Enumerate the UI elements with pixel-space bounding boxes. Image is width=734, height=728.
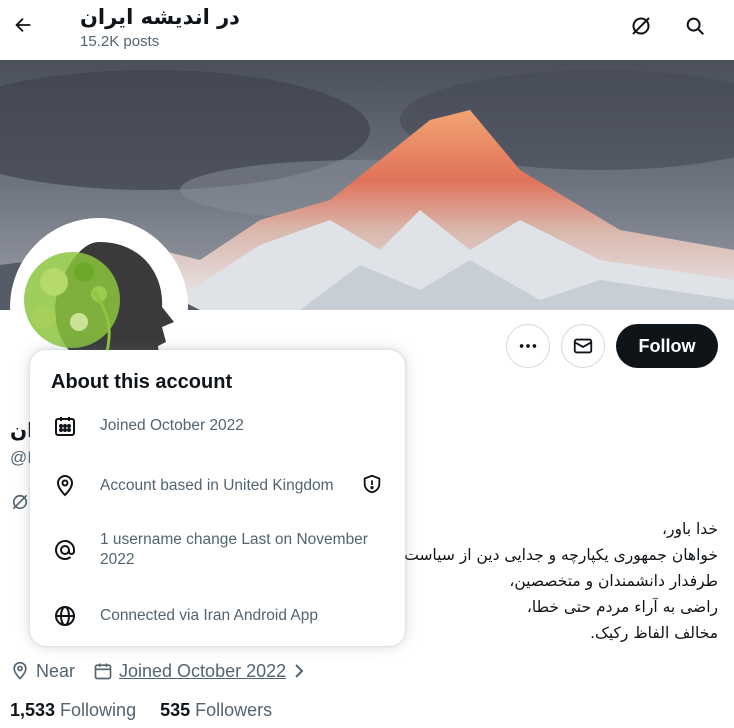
joined-item[interactable]: Joined October 2022 <box>93 661 306 682</box>
followers-count: 535 <box>160 700 191 720</box>
location-pin-icon <box>13 661 27 680</box>
following-count: 1,533 <box>10 700 56 720</box>
arrow-left-icon <box>15 17 31 33</box>
search-button[interactable] <box>678 9 712 43</box>
more-icon <box>519 344 537 348</box>
globe-icon <box>52 603 78 629</box>
popup-row-joined: Joined October 2022 <box>30 412 405 440</box>
location-text: Near <box>36 660 76 681</box>
popup-row-text: Joined October 2022 <box>100 417 244 434</box>
envelope-icon <box>573 338 593 354</box>
grok-button[interactable] <box>624 9 658 43</box>
search-icon <box>686 17 704 35</box>
popup-row-text: Account based in United Kingdom <box>100 477 334 494</box>
calendar-icon <box>52 413 78 439</box>
following-link[interactable]: 1,533 Following <box>10 700 136 721</box>
username-handle: @I <box>10 448 32 467</box>
joined-date-link[interactable]: Joined October 2022 <box>119 661 286 682</box>
following-label: Following <box>60 700 137 720</box>
location-pin-icon <box>52 473 78 499</box>
popup-title: About this account <box>51 371 233 393</box>
grok-icon <box>10 492 30 517</box>
follow-counts: 1,533 Following 535 Followers <box>10 700 272 721</box>
profile-meta: Near Joined October 2022 <box>10 658 306 684</box>
popup-row-location: Account based in United Kingdom <box>30 472 405 500</box>
followers-link[interactable]: 535 Followers <box>160 700 272 721</box>
grok-icon <box>632 17 650 35</box>
calendar-icon <box>94 663 112 680</box>
popup-row-text: Connected via Iran Android App <box>100 607 319 624</box>
message-button[interactable] <box>561 324 605 368</box>
location-item: Near <box>10 661 75 682</box>
shield-icon[interactable] <box>361 473 383 500</box>
followers-label: Followers <box>195 700 273 720</box>
popup-row-connected: Connected via Iran Android App <box>30 602 405 630</box>
popup-row-username: 1 username change Last on November 2022 <box>30 530 405 570</box>
more-options-button[interactable] <box>506 324 550 368</box>
follow-button[interactable]: Follow <box>616 324 718 368</box>
post-count: 15.2K posts <box>80 33 160 50</box>
chevron-right-icon <box>295 664 304 678</box>
top-bar: در اندیشه ایران 15.2K posts <box>0 0 734 60</box>
at-sign-icon <box>52 537 78 563</box>
header-title-block: در اندیشه ایران 15.2K posts <box>80 2 240 52</box>
page-title: در اندیشه ایران <box>80 5 240 29</box>
about-account-popup: About this account Joined October 2022 A… <box>30 350 405 646</box>
back-button[interactable] <box>6 8 40 42</box>
popup-row-text: 1 username change Last on November 2022 <box>100 531 368 568</box>
